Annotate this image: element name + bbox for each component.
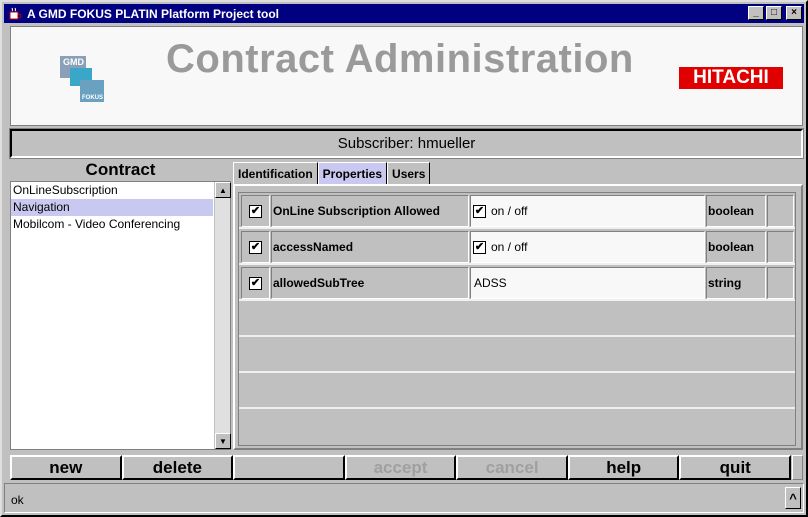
property-name: OnLine Subscription Allowed bbox=[271, 195, 469, 227]
button-bar-scroll-stub bbox=[792, 455, 803, 480]
maximize-button[interactable]: □ bbox=[766, 6, 782, 20]
close-button[interactable]: × bbox=[786, 6, 802, 20]
contract-list-item-selected[interactable]: Navigation bbox=[11, 199, 213, 216]
property-value-checkbox[interactable]: ✔ on / off bbox=[470, 231, 705, 263]
contract-list-item[interactable]: OnLineSubscription bbox=[11, 182, 213, 199]
minimize-button[interactable]: _ bbox=[748, 6, 764, 20]
tab-strip: Identification Properties Users bbox=[233, 162, 431, 184]
property-value-checkbox[interactable]: ✔ on / off bbox=[470, 195, 705, 227]
delete-button[interactable]: delete bbox=[121, 455, 234, 480]
property-value-label: on / off bbox=[491, 204, 528, 218]
contract-list-item[interactable]: Mobilcom - Video Conferencing bbox=[11, 216, 213, 233]
table-row: ✔ OnLine Subscription Allowed ✔ on / off … bbox=[239, 193, 795, 229]
tab-properties[interactable]: Properties bbox=[317, 162, 388, 184]
properties-table: ✔ OnLine Subscription Allowed ✔ on / off … bbox=[238, 192, 796, 446]
page-title: Contract Administration bbox=[166, 37, 634, 81]
checkmark-icon: ✔ bbox=[473, 204, 486, 218]
status-bar: ok ^ bbox=[4, 483, 804, 513]
checkmark-icon: ✔ bbox=[249, 240, 262, 254]
checkmark-icon: ✔ bbox=[249, 276, 262, 290]
status-message: ok bbox=[11, 493, 24, 507]
tab-identification[interactable]: Identification bbox=[233, 162, 318, 184]
property-value-input[interactable]: ADSS bbox=[470, 267, 705, 299]
title-bar[interactable]: A GMD FOKUS PLATIN Platform Project tool… bbox=[4, 4, 804, 23]
empty-table-row bbox=[239, 301, 795, 337]
row-enable-checkbox[interactable]: ✔ bbox=[241, 267, 270, 299]
gmd-logo-top-text: GMD bbox=[63, 57, 84, 67]
property-type: boolean bbox=[706, 195, 766, 227]
contract-list-scrollbar[interactable]: ▲ ▼ bbox=[214, 182, 231, 449]
gmd-fokus-logo: GMD FOKUS bbox=[60, 56, 104, 102]
status-expand-button[interactable]: ^ bbox=[785, 487, 801, 509]
checkmark-icon: ✔ bbox=[249, 204, 262, 218]
quit-button[interactable]: quit bbox=[679, 455, 792, 480]
row-extra-cell bbox=[767, 267, 794, 299]
header-banner: GMD FOKUS Contract Administration HITACH… bbox=[10, 26, 803, 126]
new-button[interactable]: new bbox=[10, 455, 122, 480]
property-type: boolean bbox=[706, 231, 766, 263]
tab-users[interactable]: Users bbox=[387, 162, 431, 184]
property-value-label: on / off bbox=[491, 240, 528, 254]
subscriber-label: Subscriber: hmueller bbox=[9, 128, 804, 159]
cancel-button[interactable]: cancel bbox=[456, 455, 568, 480]
empty-table-row bbox=[239, 337, 795, 373]
accept-button[interactable]: accept bbox=[344, 455, 457, 480]
blank-button bbox=[233, 455, 345, 480]
help-button[interactable]: help bbox=[567, 455, 680, 480]
row-extra-cell bbox=[767, 195, 794, 227]
checkmark-icon: ✔ bbox=[473, 240, 486, 254]
properties-panel: ✔ OnLine Subscription Allowed ✔ on / off … bbox=[233, 184, 803, 450]
scroll-up-arrow-icon[interactable]: ▲ bbox=[215, 182, 231, 198]
contract-list[interactable]: OnLineSubscription Navigation Mobilcom -… bbox=[10, 181, 231, 450]
java-cup-icon bbox=[9, 7, 22, 19]
action-button-bar: new delete accept cancel help quit bbox=[10, 455, 792, 480]
table-row: ✔ accessNamed ✔ on / off boolean bbox=[239, 229, 795, 265]
contract-heading: Contract bbox=[85, 160, 156, 179]
row-enable-checkbox[interactable]: ✔ bbox=[241, 231, 270, 263]
empty-table-row bbox=[239, 373, 795, 409]
row-enable-checkbox[interactable]: ✔ bbox=[241, 195, 270, 227]
property-name: accessNamed bbox=[271, 231, 469, 263]
empty-table-row bbox=[239, 409, 795, 445]
hitachi-logo: HITACHI bbox=[679, 67, 783, 89]
window-title: A GMD FOKUS PLATIN Platform Project tool bbox=[27, 6, 280, 21]
app-window: A GMD FOKUS PLATIN Platform Project tool… bbox=[0, 0, 808, 517]
property-type: string bbox=[706, 267, 766, 299]
property-name: allowedSubTree bbox=[271, 267, 469, 299]
row-extra-cell bbox=[767, 231, 794, 263]
scroll-down-arrow-icon[interactable]: ▼ bbox=[215, 433, 231, 449]
gmd-logo-bottom-text: FOKUS bbox=[82, 95, 103, 101]
table-row: ✔ allowedSubTree ADSS string bbox=[239, 265, 795, 301]
